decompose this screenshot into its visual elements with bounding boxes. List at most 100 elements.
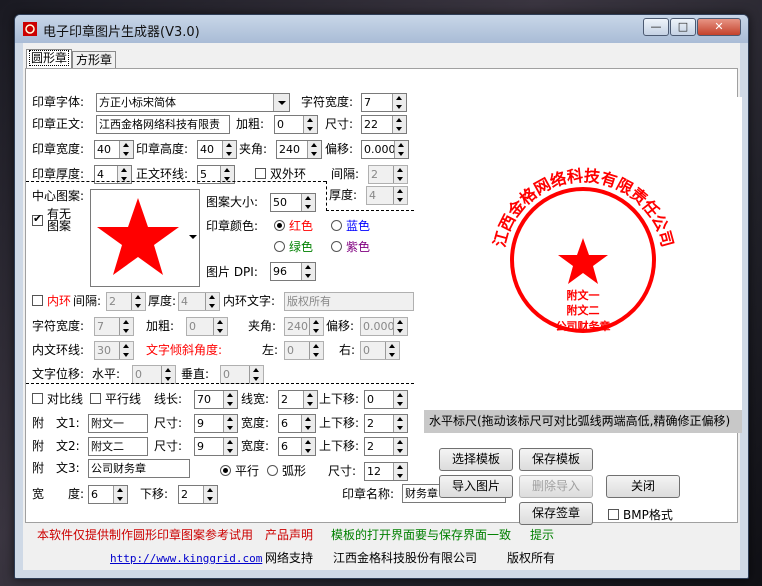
support-label: 网络支持 <box>265 551 314 565</box>
attach1-size-stepper[interactable]: 9 <box>194 414 238 433</box>
attach2-width-label: 宽度: <box>241 439 270 453</box>
title-bar[interactable]: 电子印章图片生成器(V3.0) — □ ✕ <box>15 15 748 43</box>
attach1-move-stepper[interactable]: 2 <box>364 414 408 433</box>
shift-label: 文字位移: <box>32 367 85 381</box>
app-window: 电子印章图片生成器(V3.0) — □ ✕ 圆形章 方形章 印章字体: 方正小标… <box>14 14 749 579</box>
bold-stepper[interactable]: 0 <box>274 115 318 134</box>
has-pattern-checkbox[interactable] <box>32 212 43 226</box>
right-stepper[interactable]: 0 <box>360 341 400 360</box>
line-length-value: 70 <box>197 393 211 406</box>
text-input[interactable]: 江西金格网络科技有限责 <box>96 115 230 134</box>
attach2-input[interactable]: 附文二 <box>88 437 148 456</box>
arc-radio[interactable] <box>267 465 278 476</box>
attach1-input[interactable]: 附文一 <box>88 414 148 433</box>
down-stepper[interactable]: 2 <box>178 485 218 504</box>
divider <box>326 181 327 211</box>
close-window-button[interactable]: ✕ <box>697 18 741 36</box>
save-seal-button[interactable]: 保存签章 <box>519 502 593 525</box>
w-stepper[interactable]: 6 <box>88 485 128 504</box>
flat-label: 平行 <box>235 464 260 478</box>
tab-round-seal[interactable]: 圆形章 <box>26 49 72 69</box>
attach2-move-label: 上下移: <box>319 439 360 453</box>
attach2-width-stepper[interactable]: 6 <box>278 437 316 456</box>
font-select[interactable]: 方正小标宋简体 <box>96 93 290 112</box>
attach2-size-stepper[interactable]: 9 <box>194 437 238 456</box>
w-label: 宽 度: <box>32 487 85 501</box>
color-purple-radio[interactable] <box>331 241 342 252</box>
bold-value: 0 <box>277 118 284 131</box>
color-blue-radio[interactable] <box>331 220 342 231</box>
select-template-button[interactable]: 选择模板 <box>439 448 513 471</box>
color-red-label: 红色 <box>289 219 314 233</box>
product-statement-link[interactable]: 产品声明 <box>265 527 313 543</box>
attach1-size-value: 9 <box>197 417 204 430</box>
size-stepper[interactable]: 22 <box>361 115 407 134</box>
pattern-preview[interactable] <box>90 189 188 287</box>
delete-import-button[interactable]: 删除导入 <box>519 475 593 498</box>
height-stepper[interactable]: 40 <box>197 140 237 159</box>
inner-text-input[interactable]: 版权所有 <box>284 292 414 311</box>
contrast-line-checkbox[interactable] <box>32 393 43 404</box>
angle-value: 240 <box>279 143 300 156</box>
attach1-width-stepper[interactable]: 6 <box>278 414 316 433</box>
attach1-value: 附文一 <box>91 417 124 430</box>
left-stepper[interactable]: 0 <box>284 341 324 360</box>
inner-ring-label: 内环 <box>47 294 72 308</box>
save-template-button[interactable]: 保存模板 <box>519 448 593 471</box>
color-green-label: 绿色 <box>289 240 314 254</box>
line-length-stepper[interactable]: 70 <box>194 390 238 409</box>
color-red-radio[interactable] <box>274 220 285 231</box>
inner-ring-line-stepper[interactable]: 30 <box>94 341 134 360</box>
seal-image: 江西金格网络科技有限责任公司 附文一 附文二 公司财务章 <box>490 166 677 333</box>
inner-gap-stepper[interactable]: 2 <box>106 292 146 311</box>
c2-width-stepper[interactable]: 7 <box>94 317 134 336</box>
inner-thick-stepper[interactable]: 4 <box>178 292 220 311</box>
chevron-down-icon[interactable] <box>273 94 289 111</box>
c2-offset-stepper[interactable]: 0.000 <box>360 317 408 336</box>
hshift-stepper[interactable]: 0 <box>132 365 176 384</box>
maximize-button[interactable]: □ <box>670 18 696 36</box>
c2-bold-label: 加粗: <box>146 319 175 333</box>
website-link[interactable]: http://www.kinggrid.com <box>110 551 262 567</box>
parallel-line-checkbox[interactable] <box>90 393 101 404</box>
attach3-size-stepper[interactable]: 12 <box>364 462 408 481</box>
flat-radio[interactable] <box>220 465 231 476</box>
dpi-stepper[interactable]: 96 <box>270 262 316 281</box>
import-image-button[interactable]: 导入图片 <box>439 475 513 498</box>
char-width-stepper[interactable]: 7 <box>361 93 407 112</box>
pattern-dropdown[interactable] <box>187 189 200 287</box>
width-stepper[interactable]: 40 <box>94 140 134 159</box>
angle-stepper[interactable]: 240 <box>276 140 322 159</box>
double-ring-checkbox[interactable] <box>255 168 266 179</box>
line-width-stepper[interactable]: 2 <box>278 390 318 409</box>
attach3-input[interactable]: 公司财务章 <box>88 459 190 478</box>
vshift-stepper[interactable]: 0 <box>220 365 264 384</box>
minimize-button[interactable]: — <box>643 18 669 36</box>
star-icon <box>97 198 179 275</box>
bmp-checkbox[interactable] <box>608 509 619 520</box>
color-green-radio[interactable] <box>274 241 285 252</box>
hint-link[interactable]: 提示 <box>530 527 554 543</box>
c2-angle-stepper[interactable]: 240 <box>284 317 324 336</box>
line-move-stepper[interactable]: 0 <box>364 390 408 409</box>
attach1-width-value: 6 <box>281 417 288 430</box>
c2-bold-stepper[interactable]: 0 <box>186 317 228 336</box>
close-button[interactable]: 关闭 <box>606 475 680 498</box>
char-width-value: 7 <box>364 96 371 109</box>
seal-preview: 江西金格网络科技有限责任公司 附文一 附文二 公司财务章 <box>424 97 742 410</box>
ring-value: 5 <box>200 168 207 181</box>
down-value: 2 <box>181 488 188 501</box>
text-value: 江西金格网络科技有限责 <box>99 118 220 131</box>
inner-ring-checkbox[interactable] <box>32 295 43 306</box>
tab-label: 圆形章 <box>28 50 69 66</box>
horizontal-ruler[interactable]: 水平标尺(拖动该标尺可对比弧线两端高低,精确修正偏移) <box>424 410 742 433</box>
inner-thickness-stepper[interactable]: 4 <box>366 186 408 205</box>
width-label: 印章宽度: <box>32 142 85 156</box>
size-value: 22 <box>364 118 378 131</box>
attach2-move-stepper[interactable]: 2 <box>364 437 408 456</box>
offset-stepper[interactable]: 0.000 <box>361 140 409 159</box>
gap-stepper[interactable]: 2 <box>368 165 408 184</box>
offset-label: 偏移: <box>325 142 354 156</box>
pattern-size-stepper[interactable]: 50 <box>270 193 316 212</box>
tab-square-seal[interactable]: 方形章 <box>72 51 116 68</box>
